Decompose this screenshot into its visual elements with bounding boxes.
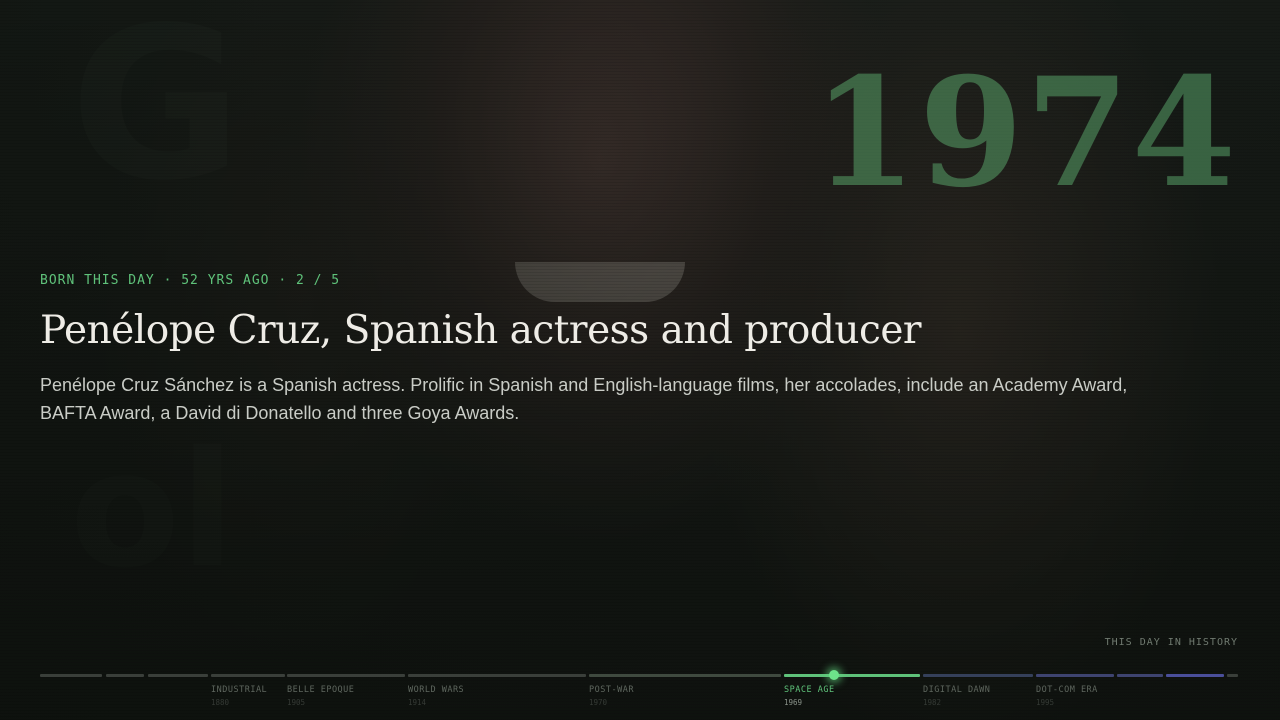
era-item[interactable]: DIGITAL DAWN 1982 [923, 685, 990, 707]
era-label: DOT-COM ERA [1036, 685, 1098, 695]
era-label: BELLE EPOQUE [287, 685, 355, 695]
app-tagline: THIS DAY IN HISTORY [1104, 637, 1238, 648]
timeline-segment [1036, 674, 1114, 677]
timeline-current-marker[interactable] [829, 670, 839, 680]
timeline-segment [1227, 674, 1238, 677]
era-item[interactable]: POST-WAR 1970 [589, 685, 634, 707]
era-item[interactable]: BELLE EPOQUE 1905 [287, 685, 354, 707]
timeline-segment [1166, 674, 1224, 677]
era-year: 1969 [784, 698, 803, 707]
era-year: 1880 [211, 698, 230, 707]
event-year: 1974 [812, 45, 1238, 221]
event-kicker: BORN THIS DAY · 52 YRS AGO · 2 / 5 [40, 273, 341, 288]
timeline-segment [211, 674, 285, 677]
era-item[interactable]: INDUSTRIAL 1880 [211, 685, 267, 707]
era-timeline[interactable]: INDUSTRIAL 1880 BELLE EPOQUE 1905 WORLD … [40, 670, 1238, 720]
era-year: 1970 [589, 698, 608, 707]
timeline-segment [1117, 674, 1163, 677]
era-year: 1914 [408, 698, 427, 707]
era-label: WORLD WARS [408, 685, 465, 695]
era-item[interactable]: DOT-COM ERA 1995 [1036, 685, 1098, 707]
timeline-segment [40, 674, 102, 677]
timeline-segment [923, 674, 1033, 677]
era-item[interactable]: WORLD WARS 1914 [408, 685, 464, 707]
timeline-segment [106, 674, 144, 677]
era-item-active[interactable]: SPACE AGE 1969 [784, 685, 835, 707]
era-year: 1982 [923, 698, 942, 707]
era-year: 1995 [1036, 698, 1055, 707]
era-label: INDUSTRIAL [211, 685, 268, 695]
era-label: POST-WAR [589, 685, 634, 695]
timeline-segment [589, 674, 781, 677]
timeline-segment [408, 674, 586, 677]
event-title: Penélope Cruz, Spanish actress and produ… [40, 308, 922, 353]
timeline-segment-active [784, 674, 920, 677]
timeline-segment [148, 674, 208, 677]
era-label: DIGITAL DAWN [923, 685, 991, 695]
era-year: 1905 [287, 698, 306, 707]
event-description: Penélope Cruz Sánchez is a Spanish actre… [40, 375, 1128, 423]
timeline-segment [287, 674, 405, 677]
era-label: SPACE AGE [784, 685, 835, 695]
